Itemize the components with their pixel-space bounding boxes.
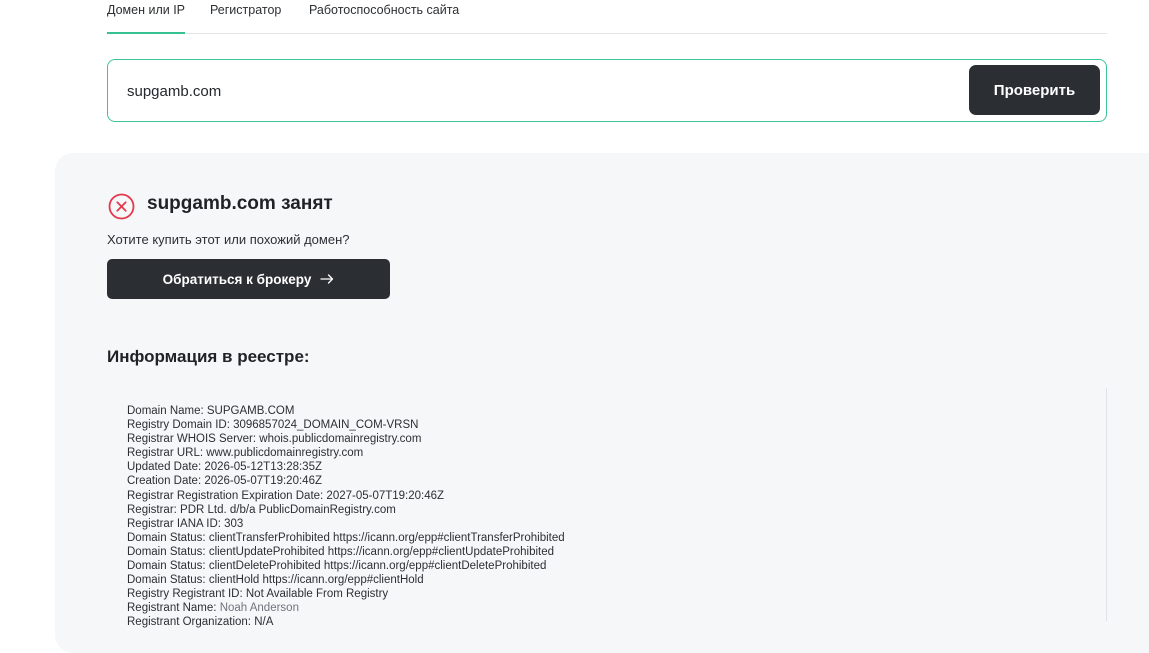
result-title: supgamb.com занят — [147, 193, 333, 214]
tab-bar: Домен или IP Регистратор Работоспособнос… — [107, 0, 1107, 34]
whois-line: Registry Registrant ID: Not Available Fr… — [127, 588, 389, 601]
whois-line: Registrar URL: www.publicdomainregistry.… — [127, 447, 364, 460]
whois-line: Domain Status: clientTransferProhibited … — [127, 531, 565, 544]
whois-line: Domain Status: clientUpdateProhibited ht… — [127, 545, 555, 558]
close-circle-icon — [108, 193, 135, 220]
whois-line: Domain Status: clientHold https://icann.… — [127, 574, 424, 587]
whois-line-registrant-name: Registrant Name: Noah Anderson — [127, 601, 565, 615]
whois-line: Registrar: PDR Ltd. d/b/a PublicDomainRe… — [127, 503, 396, 516]
whois-record: Domain Name: SUPGAMB.COM Registry Domain… — [127, 404, 565, 630]
domain-search-form: Проверить — [107, 59, 1107, 122]
whois-line-label: Registrant Name: — [127, 602, 220, 615]
whois-line: Registrant Organization: N/A — [127, 616, 274, 629]
domain-search-input[interactable] — [127, 78, 927, 104]
contact-broker-button[interactable]: Обратиться к брокеру — [107, 259, 390, 299]
whois-line: Domain Name: SUPGAMB.COM — [127, 405, 295, 417]
whois-line: Registrar Registration Expiration Date: … — [127, 489, 445, 502]
arrow-right-icon — [320, 274, 334, 284]
whois-line: Registrar IANA ID: 303 — [127, 517, 244, 530]
whois-line: Updated Date: 2026-05-12T13:28:35Z — [127, 461, 322, 474]
tab-site-health[interactable]: Работоспособность сайта — [309, 3, 459, 17]
buy-domain-question: Хотите купить этот или похожий домен? — [107, 232, 350, 247]
registrant-name-value: Noah Anderson — [219, 602, 299, 615]
whois-line: Domain Status: clientDeleteProhibited ht… — [127, 560, 547, 573]
whois-divider — [1106, 388, 1107, 621]
contact-broker-label: Обратиться к брокеру — [162, 271, 312, 287]
tab-registrar[interactable]: Регистратор — [210, 3, 281, 17]
whois-line: Registry Domain ID: 3096857024_DOMAIN_CO… — [127, 419, 419, 432]
tab-domain-or-ip[interactable]: Домен или IP — [107, 3, 186, 34]
registry-heading: Информация в реестре: — [107, 347, 310, 366]
whois-line: Creation Date: 2026-05-07T19:20:46Z — [127, 475, 322, 488]
check-button[interactable]: Проверить — [969, 65, 1100, 115]
whois-line: Registrar WHOIS Server: whois.publicdoma… — [127, 433, 422, 446]
